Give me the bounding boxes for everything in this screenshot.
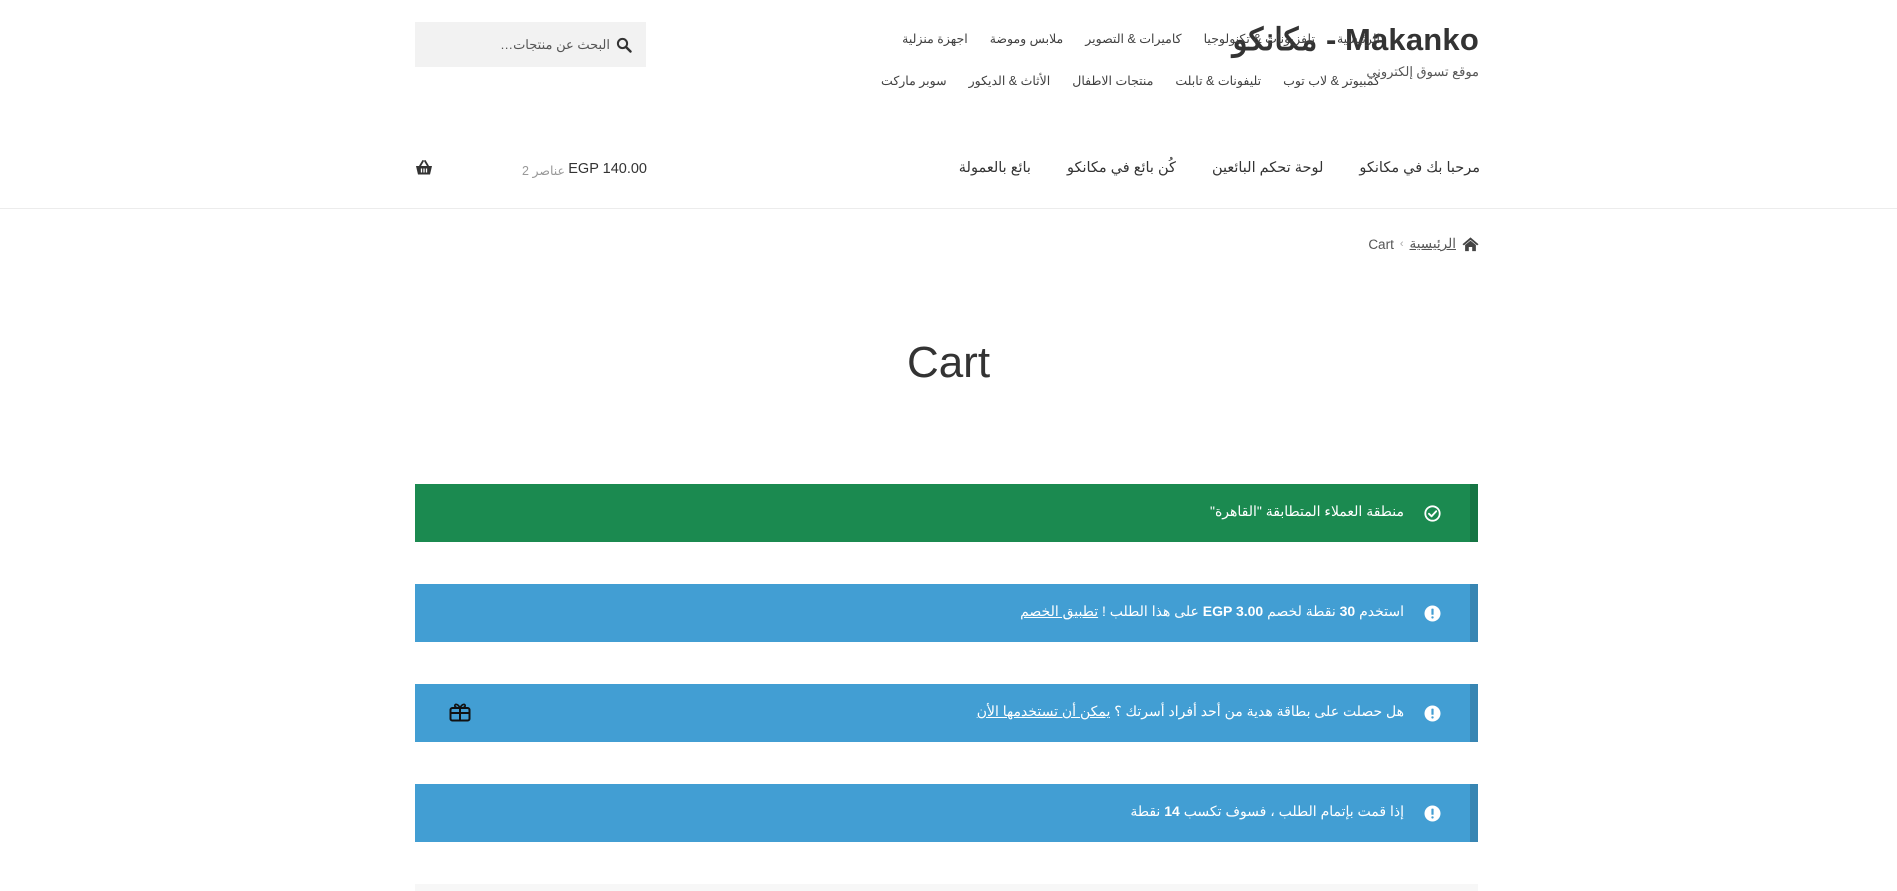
nav-item-home-appliances[interactable]: اجهزة منزلية: [902, 31, 968, 46]
nav-item-home[interactable]: الرئيسية: [1337, 31, 1380, 46]
cart-amount: EGP 140.00: [568, 161, 647, 177]
main-nav-row-2: كمبيوتر & لاب توب تليفونات & تابلت منتجا…: [881, 73, 1380, 115]
gift-card-icon: [449, 703, 471, 722]
nav-item-furniture[interactable]: الأثاث & الديكور: [969, 73, 1051, 88]
basket-icon: [416, 160, 432, 175]
redeem-points-count: 30: [1339, 603, 1356, 619]
redeem-discount-amount: EGP 3.00: [1202, 603, 1264, 619]
nav-item-cameras[interactable]: كاميرات & التصوير: [1085, 31, 1181, 46]
gift-card-question: هل حصلت على بطاقة هدية من أحد أفراد أسرت…: [1114, 703, 1404, 719]
nav-item-fashion[interactable]: ملابس وموضة: [990, 31, 1064, 46]
secondary-navigation: مرحبا بك في مكانكو لوحة تحكم البائعين كُ…: [959, 160, 1480, 176]
nav-vendor-dashboard[interactable]: لوحة تحكم البائعين: [1212, 160, 1323, 176]
nav-item-kids[interactable]: منتجات الاطفال: [1072, 73, 1153, 88]
nav-welcome[interactable]: مرحبا بك في مكانكو: [1359, 160, 1480, 176]
header-divider: [0, 208, 1897, 209]
site-description: موقع تسوق إلكتروني: [1366, 64, 1479, 79]
use-gift-card-link[interactable]: يمكن أن تستخدمها الأن: [977, 703, 1111, 719]
redeem-points-notice: استخدم 30 نقطة لخصم EGP 3.00 على هذا الط…: [415, 584, 1478, 642]
redeem-points-text: استخدم 30 نقطة لخصم EGP 3.00 على هذا الط…: [1020, 603, 1404, 620]
page-title: Cart: [906, 338, 991, 387]
search-input[interactable]: [415, 22, 646, 67]
earn-points-count: 14: [1164, 803, 1180, 819]
earn-points-notice: إذا قمت بإتمام الطلب ، فسوف تكسب 14 نقطة: [415, 784, 1478, 842]
breadcrumb-current: Cart: [1368, 236, 1394, 252]
breadcrumb-home-link[interactable]: الرئيسية: [1410, 236, 1457, 252]
info-circle-icon: [1424, 605, 1441, 622]
shipping-zone-text: منطقة العملاء المتطابقة "القاهرة": [1210, 503, 1404, 519]
nav-item-phones[interactable]: تليفونات & تابلت: [1175, 73, 1261, 88]
nav-item-computers[interactable]: كمبيوتر & لاب توب: [1283, 73, 1380, 88]
search-icon[interactable]: [616, 37, 632, 53]
cart-item-count: 2 عناصر: [522, 164, 565, 178]
redeem-middle: نقطة لخصم: [1267, 603, 1336, 619]
header-cart[interactable]: EGP 140.00 2 عناصر: [415, 158, 647, 184]
info-circle-icon: [1424, 805, 1441, 822]
nav-item-tv-technology[interactable]: تلفزيونات & تكنولوجيا: [1204, 31, 1315, 46]
nav-become-vendor[interactable]: كُن بائع في مكانكو: [1067, 160, 1176, 176]
gift-card-notice: هل حصلت على بطاقة هدية من أحد أفراد أسرت…: [415, 684, 1478, 742]
earn-suffix: نقطة: [1130, 803, 1161, 819]
earn-points-text: إذا قمت بإتمام الطلب ، فسوف تكسب 14 نقطة: [1130, 803, 1404, 820]
info-circle-icon: [1424, 705, 1441, 722]
apply-discount-link[interactable]: تطبيق الخصم: [1020, 603, 1098, 619]
shipping-zone-notice: منطقة العملاء المتطابقة "القاهرة": [415, 484, 1478, 542]
home-icon: [1462, 237, 1479, 252]
earn-prefix: إذا قمت بإتمام الطلب ، فسوف تكسب: [1183, 803, 1404, 819]
nav-affiliate[interactable]: بائع بالعمولة: [959, 160, 1031, 176]
gift-card-text: هل حصلت على بطاقة هدية من أحد أفراد أسرت…: [977, 703, 1404, 720]
redeem-prefix: استخدم: [1359, 603, 1404, 619]
redeem-suffix: على هذا الطلب !: [1102, 603, 1199, 619]
main-nav-row-1: الرئيسية تلفزيونات & تكنولوجيا كاميرات &…: [902, 31, 1380, 73]
breadcrumb-separator: ›: [1399, 238, 1404, 250]
cart-table-top: [415, 884, 1478, 891]
breadcrumb: الرئيسية › Cart: [1368, 236, 1479, 252]
check-circle-icon: [1424, 505, 1441, 522]
search-box: [415, 22, 646, 67]
nav-item-supermarket[interactable]: سوبر ماركت: [881, 73, 947, 88]
main-navigation: الرئيسية تلفزيونات & تكنولوجيا كاميرات &…: [881, 31, 1380, 115]
